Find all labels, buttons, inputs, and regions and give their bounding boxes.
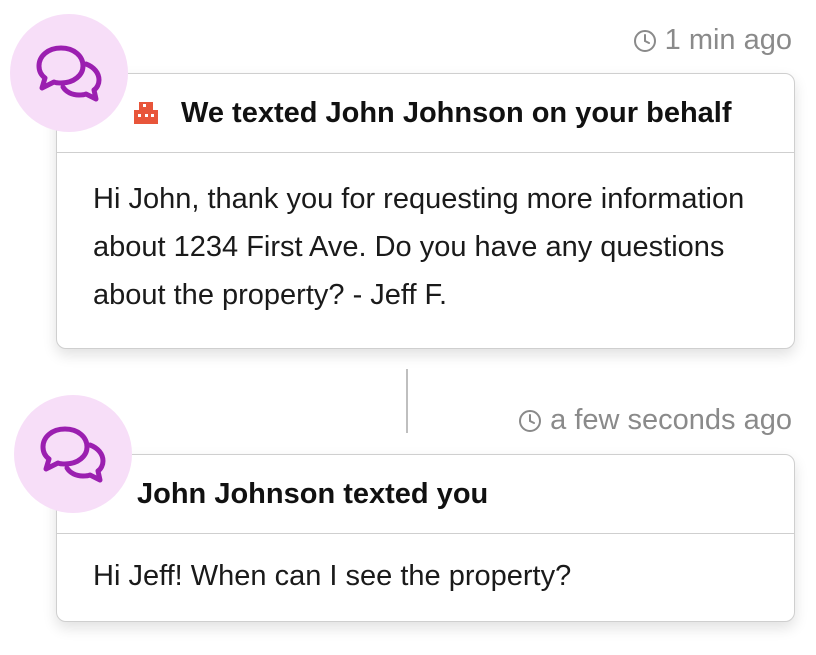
timestamp-text: a few seconds ago <box>550 404 792 436</box>
message-card-outbound: We texted John Johnson on your behalf Hi… <box>56 73 795 349</box>
card-title: John Johnson texted you <box>137 477 489 510</box>
avatar <box>14 395 132 513</box>
avatar <box>10 14 128 132</box>
card-title: We texted John Johnson on your behalf <box>181 96 732 129</box>
building-icon <box>134 102 158 124</box>
clock-icon <box>633 29 656 52</box>
clock-icon <box>519 409 542 432</box>
event-timestamp: a few seconds ago <box>518 404 792 437</box>
chat-bubbles-icon <box>40 426 106 483</box>
message-body: Hi Jeff! When can I see the property? <box>93 560 572 592</box>
message-card-inbound: John Johnson texted you Hi Jeff! When ca… <box>56 454 795 622</box>
card-header: John Johnson texted you <box>57 455 794 534</box>
chat-bubbles-icon <box>36 45 102 102</box>
activity-timeline: 1 min ago We texted John Johnson on your… <box>0 0 816 655</box>
card-header: We texted John Johnson on your behalf <box>57 74 794 153</box>
message-body: Hi John, thank you for requesting more i… <box>93 183 745 311</box>
event-timestamp: 1 min ago <box>633 24 792 57</box>
timeline-connector <box>406 369 408 433</box>
timestamp-text: 1 min ago <box>664 24 792 56</box>
